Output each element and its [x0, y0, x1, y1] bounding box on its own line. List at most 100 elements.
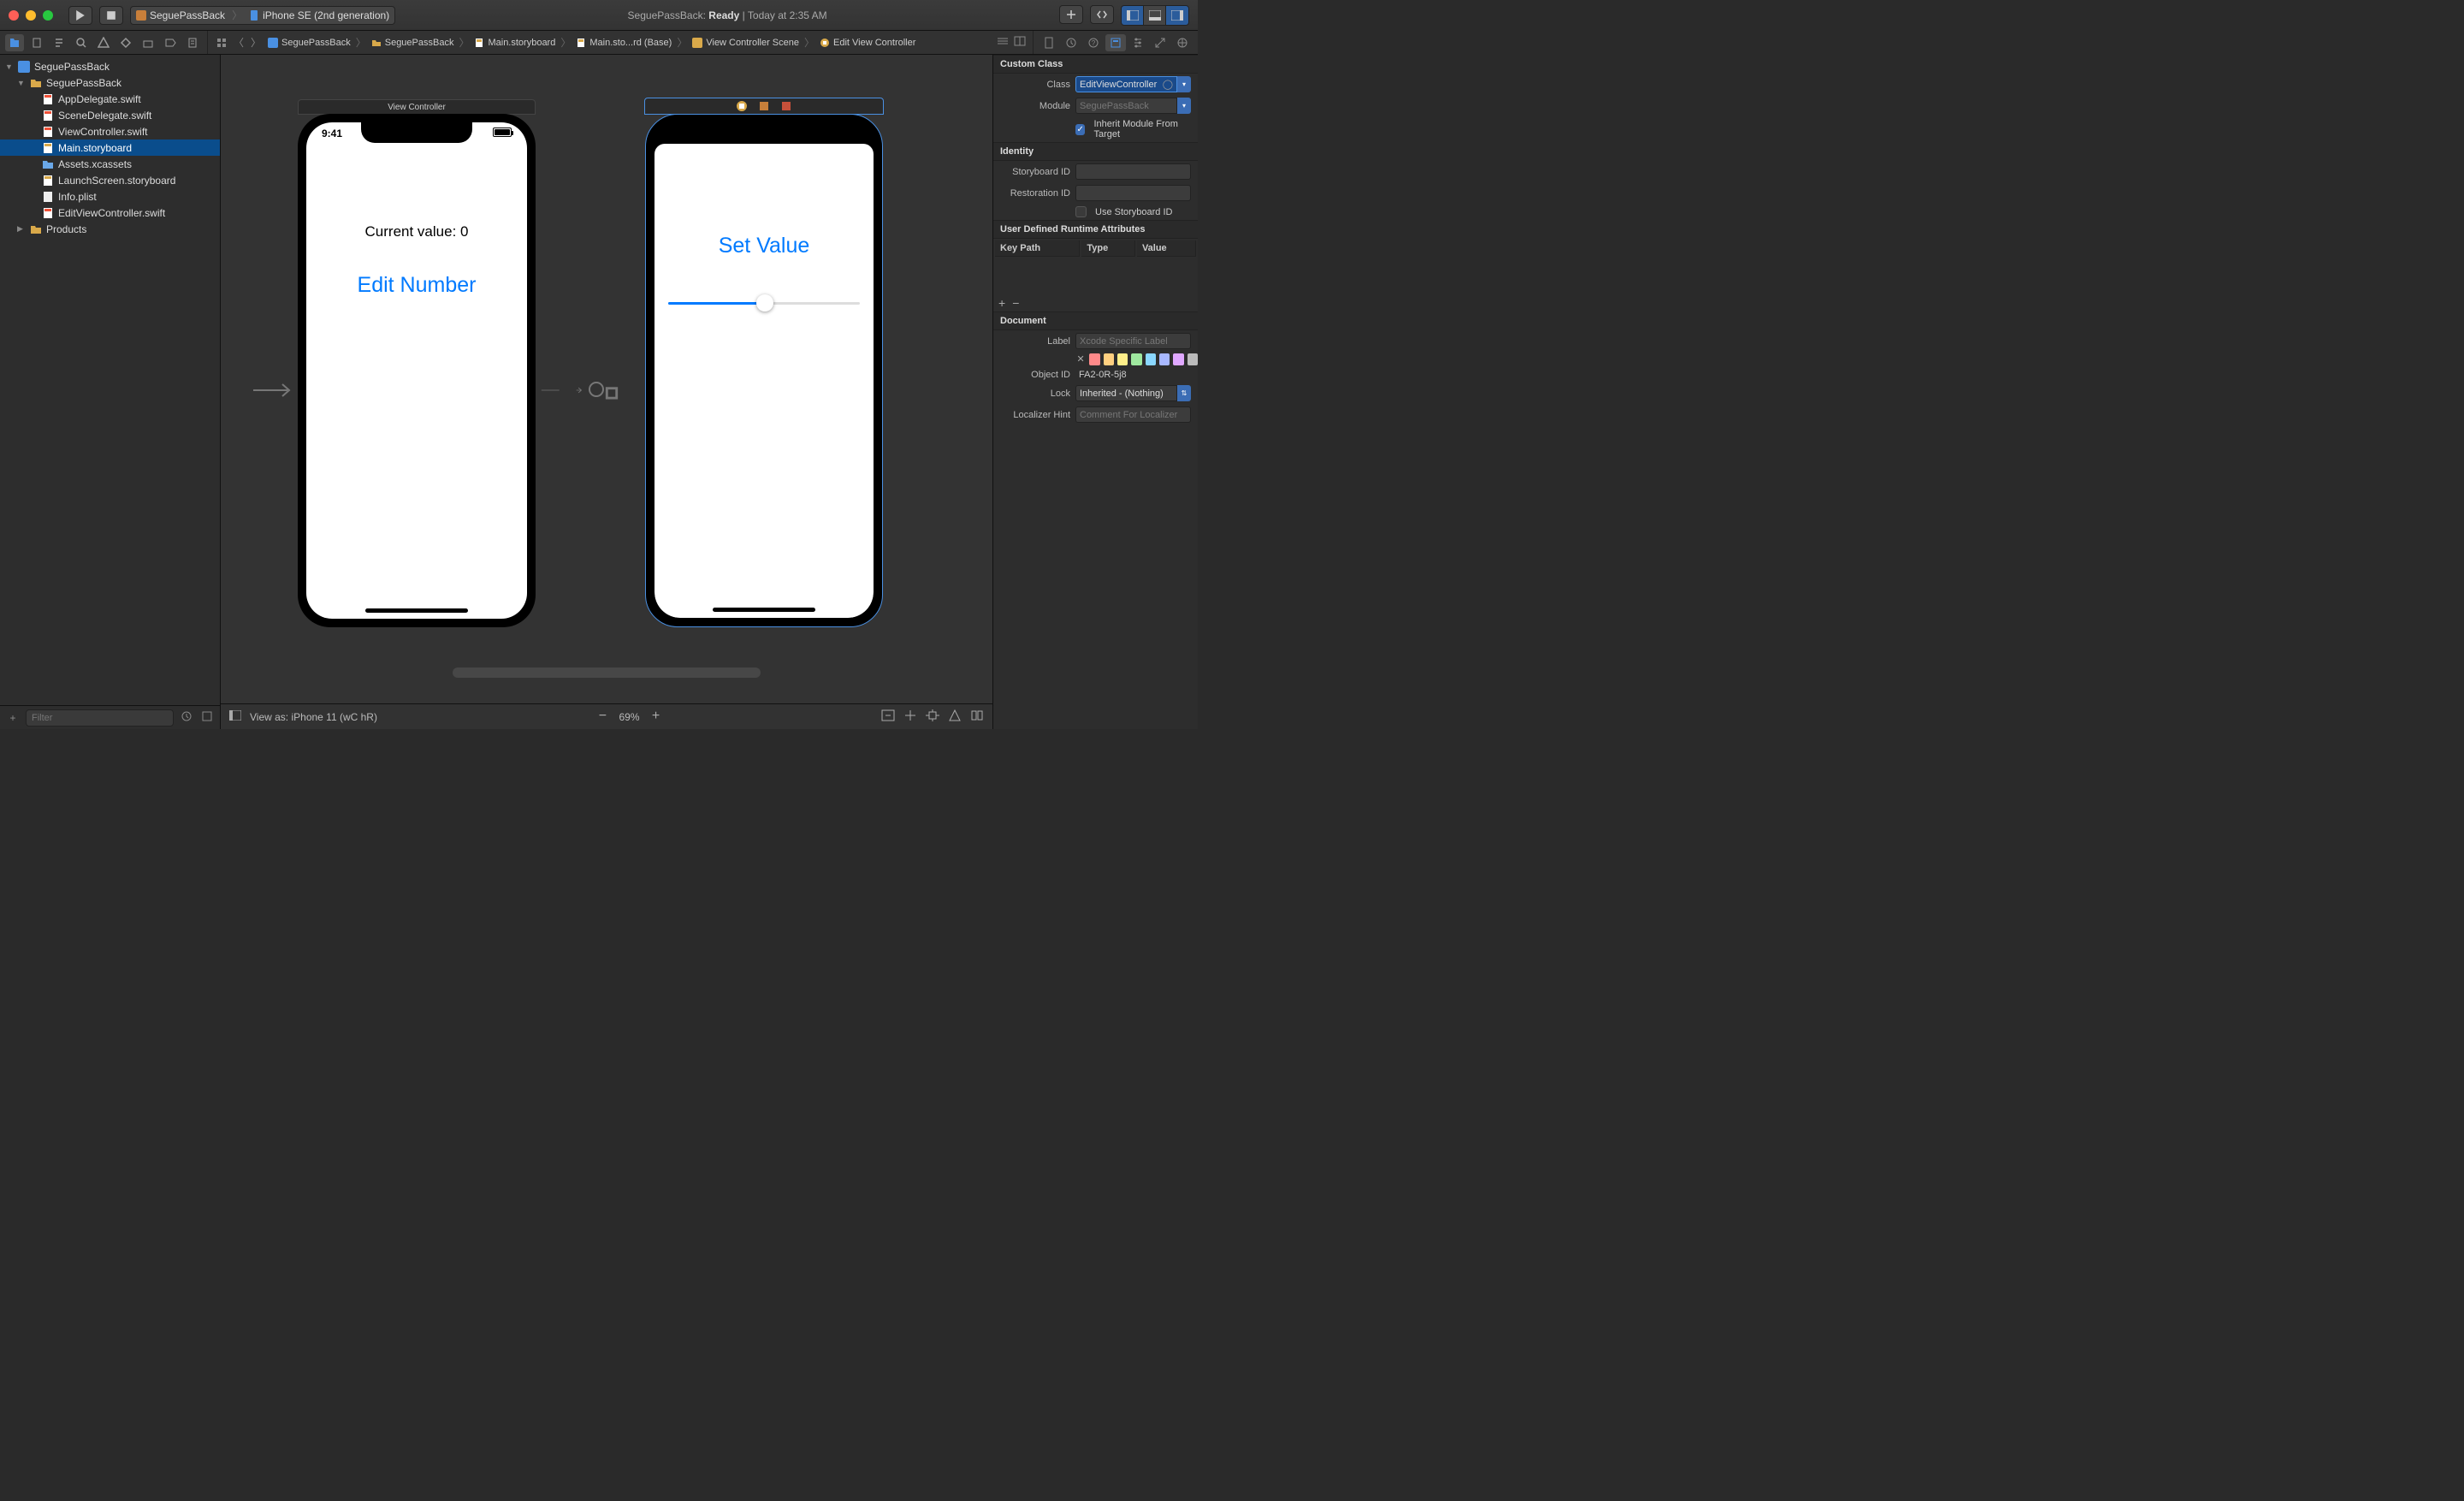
- zoom-in-button[interactable]: +: [649, 709, 664, 725]
- localizer-hint-field[interactable]: Comment For Localizer: [1075, 406, 1191, 423]
- crumb-group[interactable]: SeguePassBack: [368, 38, 458, 48]
- scm-filter-icon[interactable]: [199, 711, 215, 724]
- color-swatch[interactable]: [1173, 353, 1183, 365]
- lock-field[interactable]: Inherited - (Nothing)⇅: [1075, 385, 1191, 401]
- set-value-button[interactable]: Set Value: [654, 234, 874, 258]
- toggle-debug-button[interactable]: [1144, 6, 1166, 25]
- tree-products[interactable]: ▶Products: [0, 221, 220, 237]
- color-swatch[interactable]: [1117, 353, 1128, 365]
- clear-color-icon[interactable]: ✕: [1075, 353, 1086, 365]
- connections-inspector-tab[interactable]: [1172, 34, 1193, 51]
- run-button[interactable]: [68, 6, 92, 25]
- module-field[interactable]: SeguePassBack▾: [1075, 98, 1191, 114]
- zoom-out-button[interactable]: −: [595, 709, 610, 725]
- color-swatch[interactable]: [1146, 353, 1156, 365]
- tree-file-selected[interactable]: Main.storyboard: [0, 139, 220, 156]
- entry-point-arrow[interactable]: [252, 382, 294, 401]
- color-swatch[interactable]: [1188, 353, 1198, 365]
- issue-navigator-tab[interactable]: [94, 34, 113, 51]
- minimize-icon[interactable]: [26, 10, 36, 21]
- test-navigator-tab[interactable]: [116, 34, 135, 51]
- identity-inspector-tab[interactable]: [1105, 34, 1126, 51]
- history-inspector-tab[interactable]: [1061, 34, 1081, 51]
- crumb-storyboard[interactable]: Main.storyboard: [471, 38, 559, 48]
- storyboard-id-field[interactable]: [1075, 163, 1191, 180]
- color-swatch[interactable]: [1159, 353, 1170, 365]
- runtime-attributes-table[interactable]: Key PathTypeValue: [993, 239, 1198, 294]
- constraints-button-4[interactable]: [948, 709, 962, 724]
- class-field[interactable]: EditViewController◯▾: [1075, 76, 1191, 92]
- find-navigator-tab[interactable]: [72, 34, 91, 51]
- related-items-button[interactable]: [213, 38, 230, 48]
- back-button[interactable]: 〈: [230, 35, 247, 50]
- add-button[interactable]: +: [5, 712, 21, 724]
- stop-button[interactable]: [99, 6, 123, 25]
- segue-icon[interactable]: [589, 382, 604, 397]
- toggle-navigator-button[interactable]: [1122, 6, 1144, 25]
- tree-file[interactable]: AppDelegate.swift: [0, 91, 220, 107]
- scheme-selector[interactable]: SeguePassBack 〉 iPhone SE (2nd generatio…: [130, 6, 395, 25]
- crumb-base[interactable]: Main.sto...rd (Base): [572, 38, 675, 48]
- size-inspector-tab[interactable]: [1150, 34, 1170, 51]
- zoom-icon[interactable]: [43, 10, 53, 21]
- toggle-inspector-button[interactable]: [1166, 6, 1188, 25]
- view-controller-icon[interactable]: [735, 99, 749, 113]
- tree-file[interactable]: LaunchScreen.storyboard: [0, 172, 220, 188]
- color-swatch[interactable]: [1089, 353, 1099, 365]
- use-storyboard-id-checkbox[interactable]: [1075, 206, 1087, 217]
- debug-navigator-tab[interactable]: [139, 34, 157, 51]
- report-navigator-tab[interactable]: [183, 34, 202, 51]
- scene-label-selected[interactable]: [644, 98, 884, 115]
- value-slider[interactable]: [668, 294, 860, 311]
- crumb-scene[interactable]: View Controller Scene: [689, 38, 803, 48]
- project-navigator-tab[interactable]: [5, 34, 24, 51]
- tree-file[interactable]: Info.plist: [0, 188, 220, 205]
- color-swatch[interactable]: [1104, 353, 1114, 365]
- view-controller-view[interactable]: 9:41 Current value: 0 Edit Number: [306, 122, 527, 619]
- tree-project-root[interactable]: ▼ SeguePassBack: [0, 58, 220, 74]
- filter-input[interactable]: [26, 709, 174, 727]
- horizontal-scrollbar[interactable]: [453, 667, 761, 678]
- source-control-tab[interactable]: [27, 34, 46, 51]
- restoration-id-field[interactable]: [1075, 185, 1191, 201]
- inherit-module-checkbox[interactable]: ✓: [1075, 124, 1085, 135]
- view-as-label[interactable]: View as: iPhone 11 (wC hR): [250, 711, 377, 723]
- exit-icon[interactable]: [779, 99, 793, 113]
- zoom-level[interactable]: 69%: [619, 711, 639, 723]
- document-outline-button[interactable]: [229, 710, 241, 723]
- constraints-button-3[interactable]: [926, 709, 939, 724]
- rta-remove-button[interactable]: −: [1012, 296, 1019, 310]
- tree-file[interactable]: SceneDelegate.swift: [0, 107, 220, 123]
- attributes-inspector-tab[interactable]: [1128, 34, 1148, 51]
- view-controller-view[interactable]: Set Value: [654, 123, 874, 618]
- color-swatch[interactable]: [1131, 353, 1141, 365]
- code-review-button[interactable]: [1090, 5, 1114, 24]
- edit-number-button[interactable]: Edit Number: [306, 273, 527, 298]
- rta-add-button[interactable]: +: [998, 296, 1005, 310]
- symbol-navigator-tab[interactable]: [50, 34, 68, 51]
- segue-arrow[interactable]: [541, 382, 583, 401]
- tree-file[interactable]: ViewController.swift: [0, 123, 220, 139]
- label-field[interactable]: Xcode Specific Label: [1075, 333, 1191, 349]
- close-icon[interactable]: [9, 10, 19, 21]
- breakpoint-navigator-tab[interactable]: [161, 34, 180, 51]
- constraints-button-5[interactable]: [970, 709, 984, 724]
- tree-group[interactable]: ▼ SeguePassBack: [0, 74, 220, 91]
- forward-button[interactable]: 〉: [247, 35, 264, 50]
- constraints-button-1[interactable]: [881, 709, 895, 724]
- scene-label[interactable]: View Controller: [298, 99, 536, 115]
- library-button[interactable]: [1059, 5, 1083, 24]
- recent-filter-icon[interactable]: [179, 711, 194, 724]
- crumb-project[interactable]: SeguePassBack: [264, 38, 354, 48]
- file-inspector-tab[interactable]: [1039, 34, 1059, 51]
- first-responder-icon[interactable]: [757, 99, 771, 113]
- help-inspector-tab[interactable]: ?: [1083, 34, 1104, 51]
- crumb-controller[interactable]: Edit View Controller: [816, 38, 919, 48]
- adjust-editor-button[interactable]: [997, 36, 1009, 49]
- tree-file[interactable]: Assets.xcassets: [0, 156, 220, 172]
- current-value-label[interactable]: Current value: 0: [306, 223, 527, 240]
- constraints-button-2[interactable]: [903, 709, 917, 724]
- interface-builder-canvas[interactable]: View Controller 9:41 Current value: 0 Ed…: [221, 55, 992, 703]
- add-editor-button[interactable]: [1014, 36, 1026, 49]
- tree-file[interactable]: EditViewController.swift: [0, 205, 220, 221]
